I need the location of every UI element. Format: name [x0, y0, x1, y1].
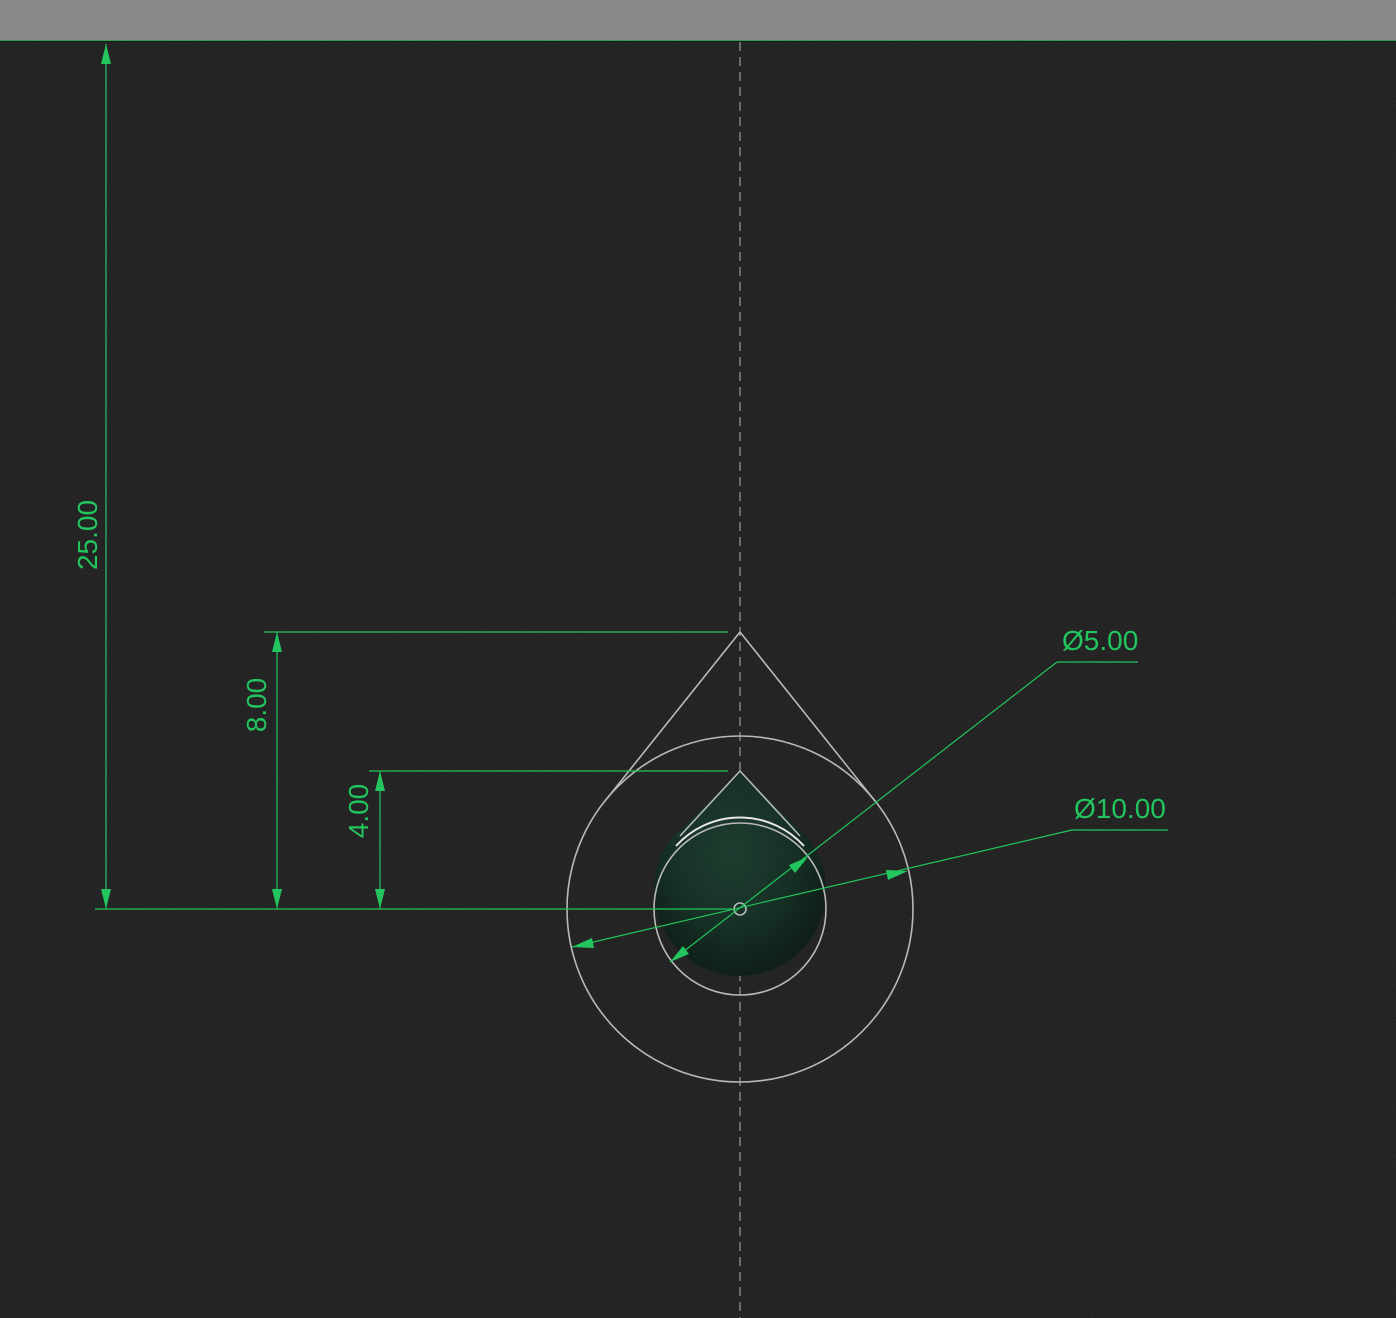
top-toolbar — [0, 0, 1396, 41]
dia10-label[interactable]: Ø10.00 — [1074, 793, 1166, 824]
dia5-label[interactable]: Ø5.00 — [1062, 625, 1138, 656]
drawing-canvas[interactable]: 25.00 8.00 4.00 Ø5.00 Ø10.00 — [0, 42, 1396, 1318]
dim-4-label[interactable]: 4.00 — [343, 784, 374, 839]
cad-drawing[interactable]: 25.00 8.00 4.00 Ø5.00 Ø10.00 — [0, 42, 1396, 1318]
dim-25-label[interactable]: 25.00 — [72, 500, 103, 570]
canvas-texture — [0, 42, 1396, 1318]
dim-8-label[interactable]: 8.00 — [241, 678, 272, 733]
